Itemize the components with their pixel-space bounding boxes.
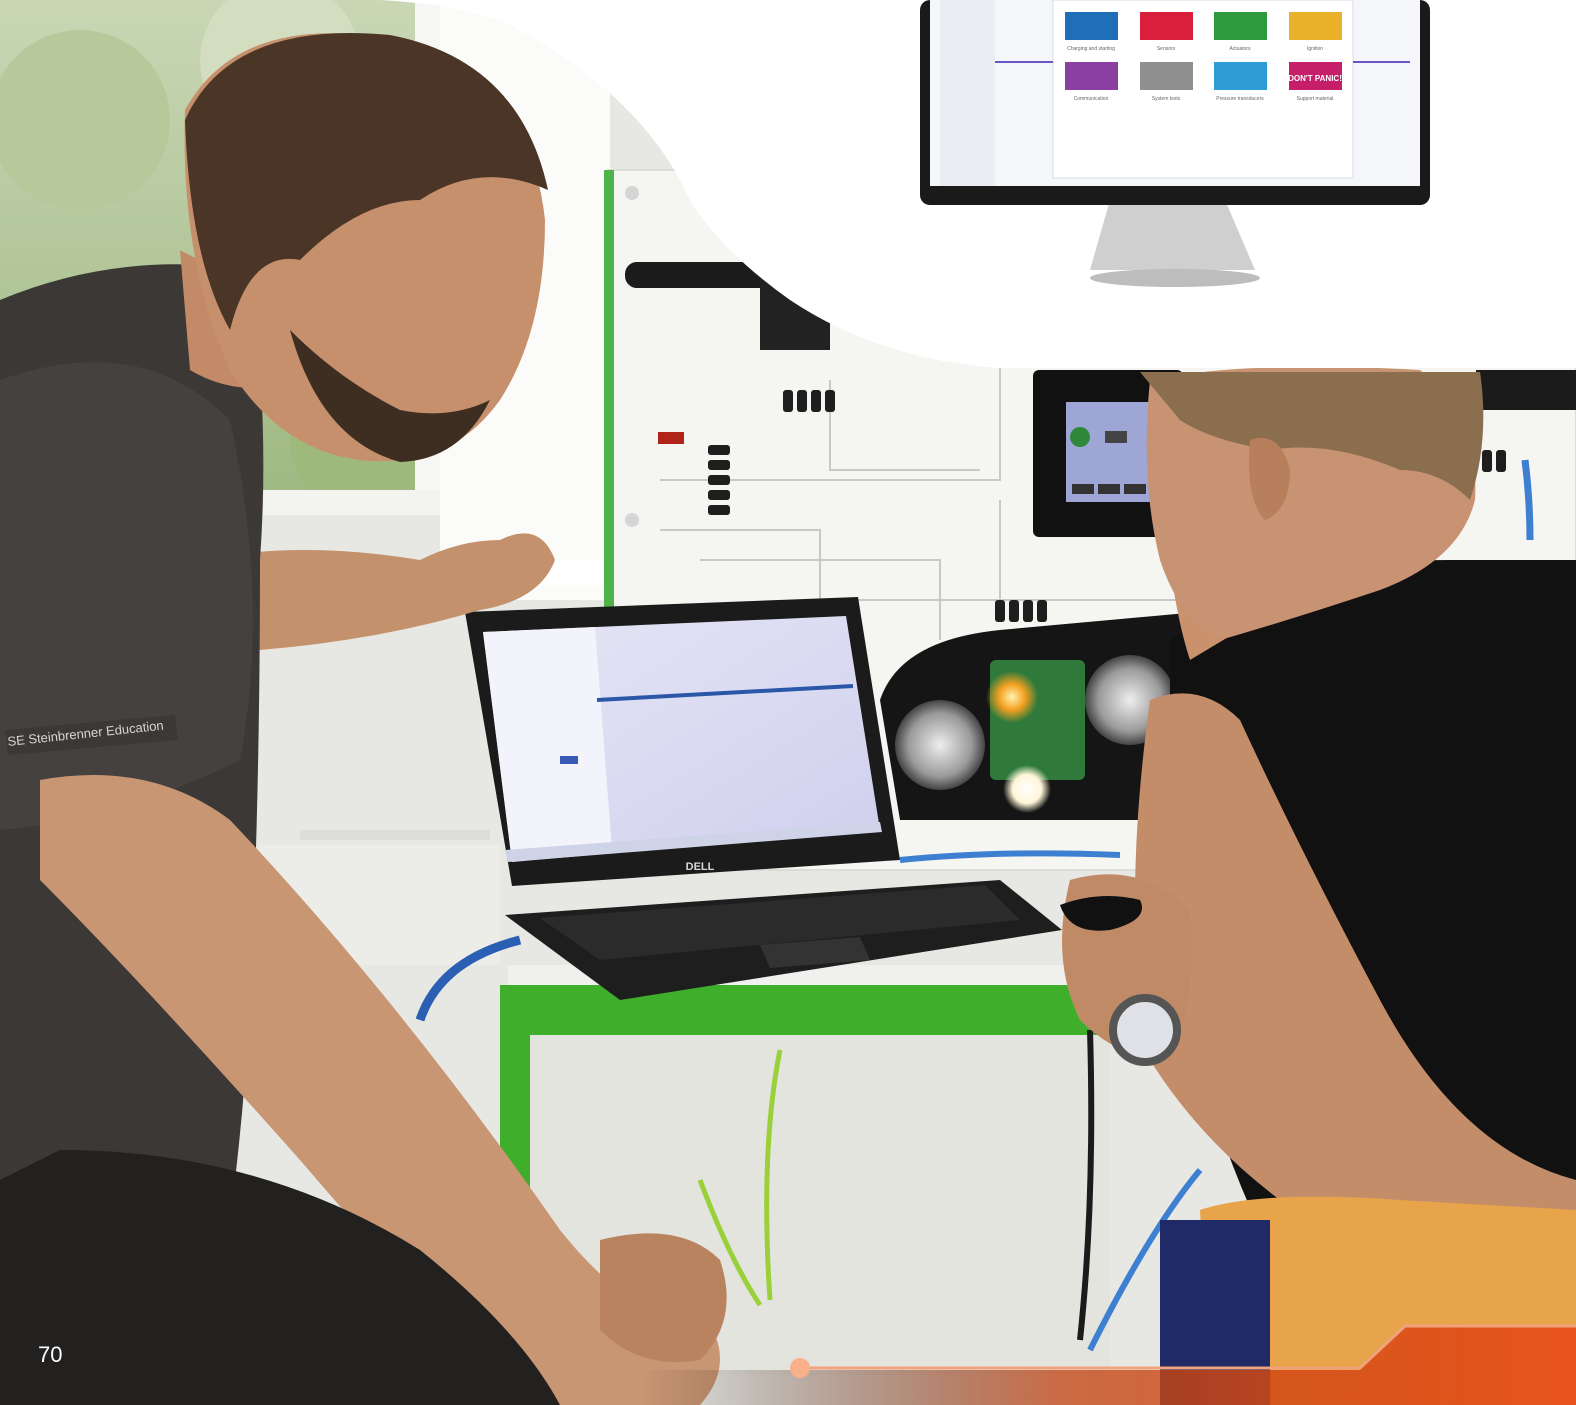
page-number: 70 — [38, 1342, 63, 1367]
board-display-icon — [1070, 427, 1090, 447]
monitor-stand-base — [1090, 269, 1260, 287]
black-box-right — [1476, 370, 1576, 410]
board-display-button — [1098, 484, 1120, 494]
tile-pressure-label: Pressure transducers — [1216, 96, 1264, 102]
amber-light — [986, 671, 1038, 723]
tile-ignition-label: Ignition — [1307, 46, 1323, 52]
tile-communication-label: Communication — [1074, 96, 1109, 102]
tile-actuators-icon — [1214, 12, 1267, 40]
laptop-brand: DELL — [686, 861, 715, 873]
trainer-sleeve — [0, 362, 253, 830]
tile-communication-icon — [1065, 62, 1118, 90]
red-indicator — [658, 432, 684, 444]
tile-sensors-label: Sensors — [1157, 46, 1176, 52]
white-light — [1003, 765, 1051, 813]
tile-system-tests-label: System tests — [1152, 96, 1181, 102]
tile-charging-icon — [1065, 12, 1118, 40]
board-display-button — [1072, 484, 1094, 494]
laptop-app-button — [560, 756, 578, 764]
table-rail — [500, 985, 1110, 1035]
board-screw — [625, 186, 639, 200]
board-display-button — [1105, 431, 1127, 443]
tile-sensors-icon — [1140, 12, 1193, 40]
wristwatch — [1109, 994, 1181, 1066]
board-screw — [625, 513, 639, 527]
tail-lamp-left — [895, 700, 985, 790]
tile-support-dont-panic: DON'T PANIC! — [1288, 74, 1342, 83]
photo-scene: DELL SE Steinbrenner Education Charging … — [0, 0, 1576, 1405]
tile-actuators-label: Actuators — [1229, 46, 1251, 52]
accent-dot — [790, 1358, 810, 1378]
trainer-hand — [600, 1233, 727, 1362]
tile-charging-label: Charging and starting — [1067, 46, 1115, 52]
tile-charging: Charging and starting — [1065, 12, 1118, 52]
radiator-pipe — [300, 830, 490, 840]
board-display-button — [1124, 484, 1146, 494]
tile-support-label: Support material — [1297, 96, 1334, 102]
tile-pressure: Pressure transducers — [1214, 62, 1267, 102]
monitor-app-sidebar — [940, 0, 995, 186]
tile-pressure-icon — [1214, 62, 1267, 90]
tile-ignition-icon — [1289, 12, 1342, 40]
tile-system-tests-icon — [1140, 62, 1193, 90]
